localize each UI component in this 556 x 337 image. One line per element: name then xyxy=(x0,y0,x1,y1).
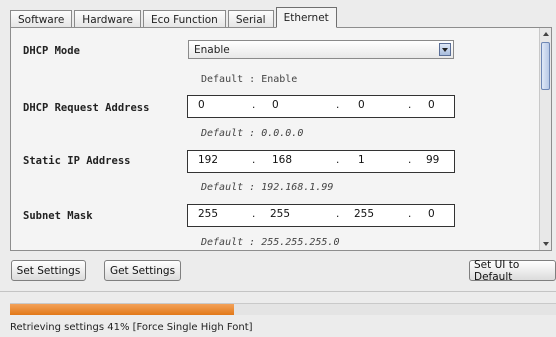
get-settings-button[interactable]: Get Settings xyxy=(104,260,181,281)
dhcp-mode-select[interactable]: Enable xyxy=(188,40,454,59)
ip-octet-3[interactable]: 0 xyxy=(358,99,365,111)
ip-separator: . xyxy=(252,208,256,220)
ip-octet-2[interactable]: 255 xyxy=(270,208,290,220)
subnet-mask-default: Default : 255.255.255.0 xyxy=(201,237,340,248)
ip-octet-1[interactable]: 255 xyxy=(198,208,218,220)
static-ip-address-default: Default : 192.168.1.99 xyxy=(201,182,334,193)
dhcp-request-address-input[interactable]: 0 . 0 . 0 . 0 xyxy=(187,95,455,118)
status-text: Retrieving settings 41% [Force Single Hi… xyxy=(10,322,253,333)
vertical-scrollbar[interactable] xyxy=(539,28,551,250)
triangle-up-icon[interactable] xyxy=(540,28,551,40)
ip-separator: . xyxy=(408,208,412,220)
tab-software[interactable]: Software xyxy=(10,10,73,28)
tab-ethernet[interactable]: Ethernet xyxy=(275,7,337,28)
dhcp-mode-value: Enable xyxy=(194,43,230,56)
ip-octet-4[interactable]: 0 xyxy=(428,99,435,111)
ip-separator: . xyxy=(336,208,340,220)
tab-bar: Software Hardware Eco Function Serial Et… xyxy=(10,6,339,28)
tab-serial[interactable]: Serial xyxy=(227,10,274,28)
divider xyxy=(0,291,556,292)
ip-separator: . xyxy=(408,99,412,111)
ip-separator: . xyxy=(408,154,412,166)
dhcp-request-address-label: DHCP Request Address xyxy=(23,102,150,114)
ip-octet-2[interactable]: 0 xyxy=(272,99,279,111)
chevron-down-icon[interactable] xyxy=(439,43,451,56)
ip-octet-4[interactable]: 0 xyxy=(428,208,435,220)
dhcp-mode-label: DHCP Mode xyxy=(23,45,80,57)
ip-separator: . xyxy=(336,154,340,166)
ip-octet-1[interactable]: 0 xyxy=(198,99,205,111)
progress-bar xyxy=(10,303,556,315)
static-ip-address-input[interactable]: 192 . 168 . 1 . 99 xyxy=(187,150,455,173)
set-ui-to-default-button[interactable]: Set UI to Default xyxy=(469,259,556,283)
tab-hardware[interactable]: Hardware xyxy=(74,10,141,28)
subnet-mask-label: Subnet Mask xyxy=(23,210,93,222)
ip-octet-2[interactable]: 168 xyxy=(272,154,292,166)
progress-fill xyxy=(10,304,234,315)
ip-octet-3[interactable]: 1 xyxy=(358,154,365,166)
dhcp-mode-default: Default : Enable xyxy=(201,74,298,85)
ethernet-settings-content: DHCP Mode Enable Default : Enable DHCP R… xyxy=(11,28,540,250)
ip-separator: . xyxy=(252,99,256,111)
ip-separator: . xyxy=(336,99,340,111)
tab-eco-function[interactable]: Eco Function xyxy=(143,10,226,28)
subnet-mask-input[interactable]: 255 . 255 . 255 . 0 xyxy=(187,204,455,227)
static-ip-address-label: Static IP Address xyxy=(23,155,131,167)
ip-separator: . xyxy=(252,154,256,166)
ip-octet-4[interactable]: 99 xyxy=(426,154,439,166)
ip-octet-1[interactable]: 192 xyxy=(198,154,218,166)
dhcp-request-address-default: Default : 0.0.0.0 xyxy=(201,128,304,139)
scrollbar-thumb[interactable] xyxy=(541,42,550,90)
ip-octet-3[interactable]: 255 xyxy=(354,208,374,220)
set-settings-button[interactable]: Set Settings xyxy=(11,260,86,281)
settings-window: Software Hardware Eco Function Serial Et… xyxy=(0,0,556,337)
ethernet-panel: DHCP Mode Enable Default : Enable DHCP R… xyxy=(10,27,552,251)
triangle-down-icon[interactable] xyxy=(540,238,551,250)
